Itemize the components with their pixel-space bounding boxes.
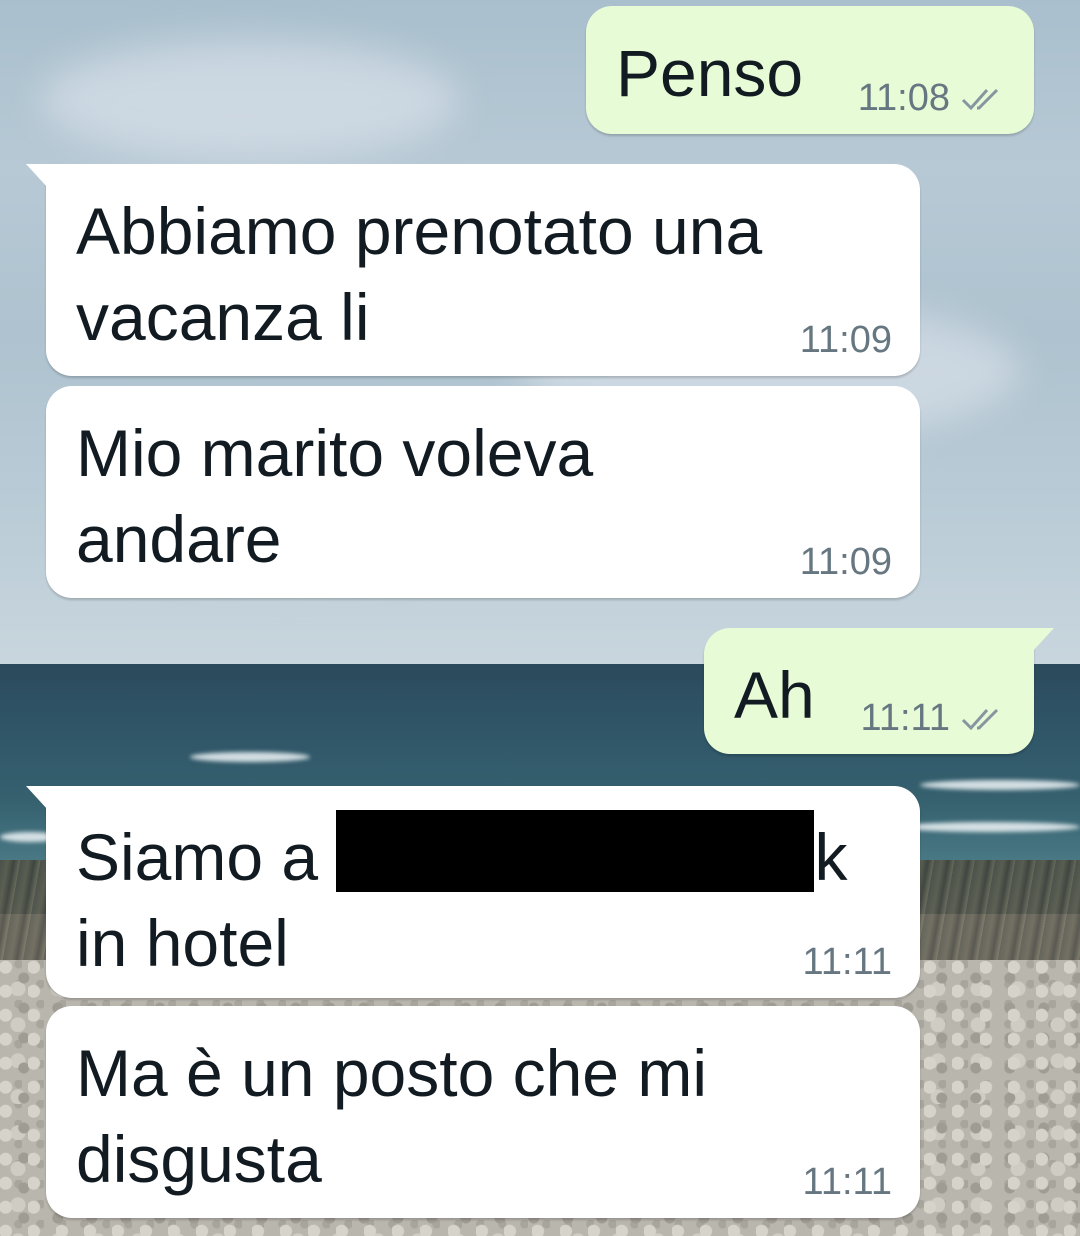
message-text-after: k — [814, 820, 848, 894]
message-meta: 11:11 — [861, 697, 1006, 740]
message-time: 11:11 — [860, 697, 950, 739]
message-meta: 11:08 — [858, 77, 1006, 120]
message-time: 11:11 — [802, 941, 892, 983]
wallpaper-wave — [920, 780, 1080, 790]
message-text: Ma è un posto che mi disgusta — [76, 1036, 707, 1196]
message-meta: 11:11 — [803, 1161, 892, 1204]
bubble-tail — [26, 164, 48, 188]
message-text: Ah — [734, 658, 815, 732]
message-bubble-incoming[interactable]: Abbiamo prenotato una vacanza li 11:09 — [26, 164, 920, 376]
message-bubble-outgoing[interactable]: Ah 11:11 — [704, 628, 1054, 754]
double-check-icon — [961, 708, 999, 730]
message-meta: 11:09 — [800, 319, 892, 362]
double-check-icon — [961, 88, 999, 110]
redaction-block — [336, 810, 815, 892]
message-text-line2: in hotel — [76, 906, 289, 980]
message-text: Penso — [616, 36, 804, 110]
bubble-tail — [26, 786, 48, 810]
message-time: 11:11 — [802, 1161, 892, 1203]
message-bubble-incoming[interactable]: Ma è un posto che mi disgusta 11:11 — [46, 1006, 920, 1218]
message-bubble-outgoing[interactable]: Penso 11:08 — [586, 6, 1034, 134]
message-time: 11:09 — [799, 319, 892, 361]
wallpaper-cloud — [40, 40, 460, 160]
message-text: Mio marito voleva andare — [76, 416, 594, 576]
message-bubble-incoming[interactable]: Siamo a k in hotel 11:11 — [26, 786, 920, 998]
wallpaper-wave — [190, 752, 310, 762]
bubble-tail — [1032, 628, 1054, 652]
wallpaper-wave — [900, 822, 1080, 832]
message-time: 11:08 — [857, 77, 950, 119]
message-time: 11:09 — [799, 541, 892, 583]
message-meta: 11:09 — [800, 541, 892, 584]
message-text: Abbiamo prenotato una vacanza li — [76, 194, 763, 354]
message-text-before: Siamo a — [76, 820, 337, 894]
message-bubble-incoming[interactable]: Mio marito voleva andare 11:09 — [46, 386, 920, 598]
message-text: Siamo a k in hotel — [76, 810, 847, 986]
message-meta: 11:11 — [803, 941, 892, 984]
